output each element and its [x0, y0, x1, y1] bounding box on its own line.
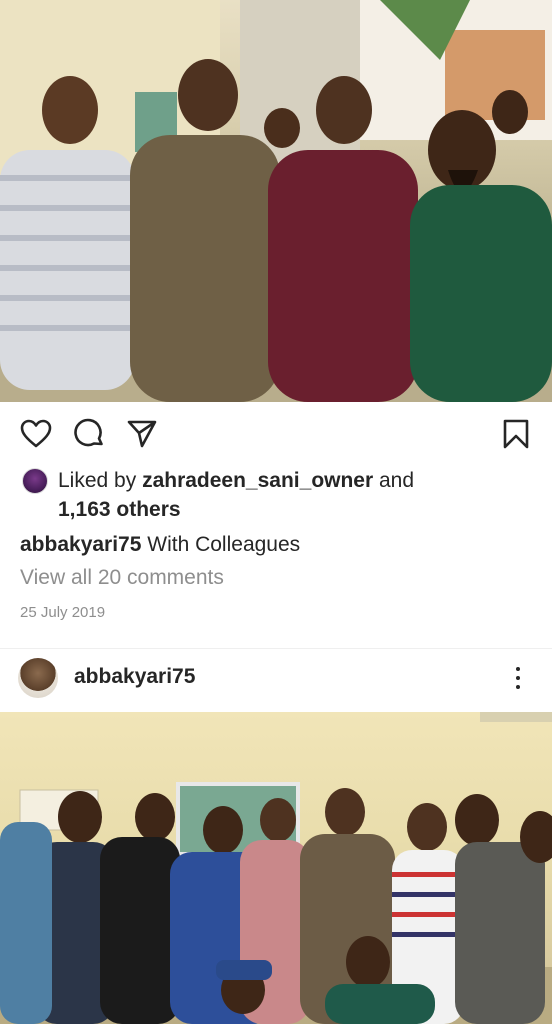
- likes-others[interactable]: 1,163 others: [58, 498, 181, 521]
- send-icon[interactable]: [126, 418, 158, 450]
- heart-icon[interactable]: [20, 418, 52, 450]
- post-action-bar: [0, 414, 552, 454]
- caption-text: With Colleagues: [141, 533, 301, 556]
- post-photo-2[interactable]: [0, 712, 552, 1024]
- post-photo[interactable]: [0, 0, 552, 402]
- post-divider: [0, 648, 552, 649]
- more-vertical-icon[interactable]: [506, 664, 530, 692]
- bookmark-icon[interactable]: [500, 418, 532, 450]
- view-comments-link[interactable]: View all 20 comments: [20, 566, 224, 590]
- likes-prefix: Liked by: [58, 469, 143, 492]
- group-photo-image: [0, 0, 552, 402]
- post-username[interactable]: abbakyari75: [74, 665, 195, 689]
- avatar[interactable]: [18, 658, 58, 698]
- group-photo-image-2: [0, 712, 552, 1024]
- post-date: 25 July 2019: [20, 604, 106, 621]
- liker-username[interactable]: zahradeen_sani_owner: [142, 469, 373, 492]
- caption-username[interactable]: abbakyari75: [20, 533, 141, 556]
- post-caption: abbakyari75 With Colleagues: [20, 530, 300, 559]
- likes-text[interactable]: Liked by zahradeen_sani_owner and 1,163 …: [58, 466, 538, 524]
- post-header: abbakyari75: [0, 656, 552, 700]
- comment-icon[interactable]: [73, 418, 105, 450]
- likes-connector: and: [373, 469, 415, 492]
- avatar-icon[interactable]: [22, 468, 48, 494]
